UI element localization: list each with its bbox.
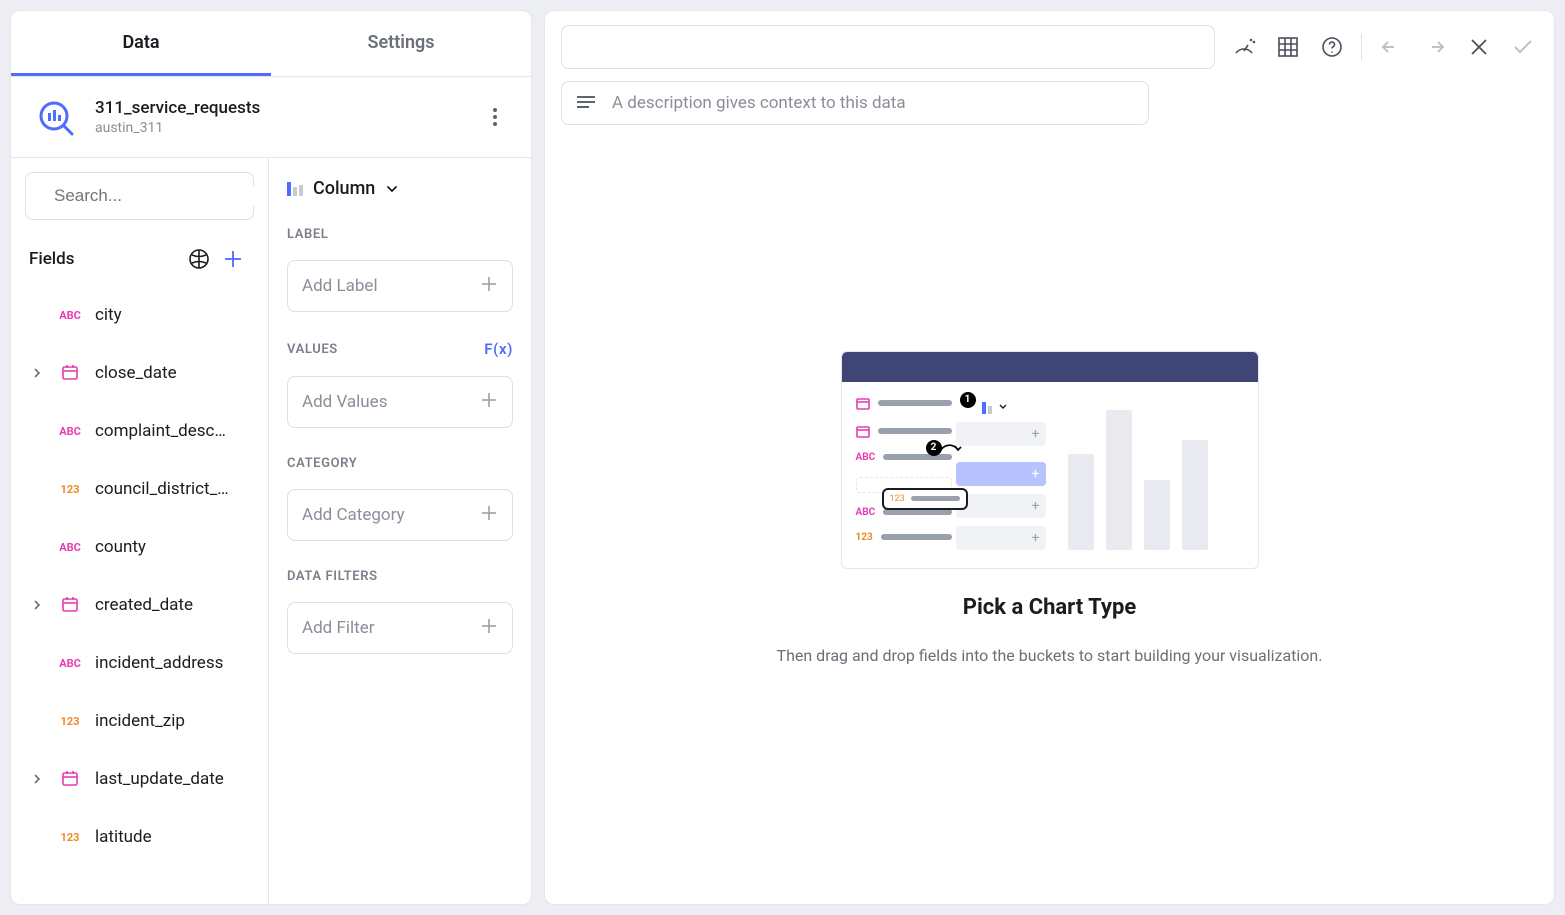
field-item[interactable]: ABC county bbox=[25, 518, 254, 576]
chart-canvas: ABC ABC 123 1 + 2 + bbox=[561, 125, 1538, 890]
filters-section-header: DATA FILTERS bbox=[287, 569, 513, 584]
paragraph-icon bbox=[576, 95, 596, 111]
datasource-subtitle: austin_311 bbox=[95, 120, 463, 136]
field-name: created_date bbox=[95, 595, 250, 615]
expand-icon[interactable] bbox=[29, 774, 45, 784]
help-icon[interactable] bbox=[1317, 32, 1347, 62]
filters-dropzone[interactable]: Add Filter bbox=[287, 602, 513, 654]
type-badge-abc: ABC bbox=[55, 425, 85, 438]
tab-settings[interactable]: Settings bbox=[271, 11, 531, 76]
values-section-header: VALUES F(x) bbox=[287, 340, 513, 358]
ai-suggest-button[interactable] bbox=[182, 242, 216, 276]
field-item[interactable]: ABC complaint_desc… bbox=[25, 402, 254, 460]
datasource-title: 311_service_requests bbox=[95, 98, 463, 118]
grid-icon[interactable] bbox=[1273, 32, 1303, 62]
field-item[interactable]: 123 council_district_… bbox=[25, 460, 254, 518]
tab-data[interactable]: Data bbox=[11, 11, 271, 76]
field-name: council_district_… bbox=[95, 479, 250, 499]
config-column: Column LABEL Add Label VALUES F(x) Add V… bbox=[269, 158, 531, 904]
description-input[interactable]: A description gives context to this data bbox=[561, 81, 1149, 125]
speed-icon[interactable] bbox=[1229, 32, 1259, 62]
left-panel: Data Settings 311_service_requests austi… bbox=[10, 10, 532, 905]
field-list: ABC city close_date ABC complaint_desc… 123 co… bbox=[25, 286, 254, 904]
field-name: last_update_date bbox=[95, 769, 250, 789]
label-dropzone[interactable]: Add Label bbox=[287, 260, 513, 312]
expand-icon[interactable] bbox=[29, 600, 45, 610]
expand-icon[interactable] bbox=[29, 368, 45, 378]
type-badge-abc: ABC bbox=[55, 309, 85, 322]
date-icon bbox=[55, 363, 85, 384]
type-badge-abc: ABC bbox=[55, 541, 85, 554]
datasource-row: 311_service_requests austin_311 bbox=[11, 77, 531, 158]
field-item[interactable]: ABC city bbox=[25, 286, 254, 344]
type-badge-123: 123 bbox=[55, 715, 85, 728]
category-dropzone[interactable]: Add Category bbox=[287, 489, 513, 541]
field-item[interactable]: ABC incident_address bbox=[25, 634, 254, 692]
fx-button[interactable]: F(x) bbox=[484, 340, 513, 358]
top-toolbar bbox=[561, 25, 1538, 69]
values-dropzone[interactable]: Add Values bbox=[287, 376, 513, 428]
chevron-down-icon bbox=[385, 182, 399, 196]
tabs: Data Settings bbox=[11, 11, 531, 77]
empty-state-title: Pick a Chart Type bbox=[963, 595, 1136, 620]
field-name: incident_address bbox=[95, 653, 250, 673]
add-field-button[interactable] bbox=[216, 242, 250, 276]
field-name: latitude bbox=[95, 827, 250, 847]
plus-icon bbox=[480, 617, 498, 640]
chart-type-label: Column bbox=[313, 178, 375, 199]
column-chart-icon bbox=[287, 182, 303, 196]
search-field[interactable] bbox=[54, 186, 269, 206]
datasource-menu-button[interactable] bbox=[481, 108, 509, 126]
fields-column: Fields ABC city close_date ABC complaint_des… bbox=[11, 158, 269, 904]
field-name: city bbox=[95, 305, 250, 325]
date-icon bbox=[55, 769, 85, 790]
category-section-header: CATEGORY bbox=[287, 456, 513, 471]
undo-button[interactable] bbox=[1376, 32, 1406, 62]
datasource-icon bbox=[33, 95, 77, 139]
label-section-header: LABEL bbox=[287, 227, 513, 242]
plus-icon bbox=[480, 391, 498, 414]
field-name: county bbox=[95, 537, 250, 557]
field-item[interactable]: 123 incident_zip bbox=[25, 692, 254, 750]
redo-button[interactable] bbox=[1420, 32, 1450, 62]
confirm-button[interactable] bbox=[1508, 32, 1538, 62]
chart-title-input[interactable] bbox=[561, 25, 1215, 69]
field-item[interactable]: created_date bbox=[25, 576, 254, 634]
field-name: complaint_desc… bbox=[95, 421, 250, 441]
fields-header-label: Fields bbox=[29, 249, 182, 269]
datasource-text: 311_service_requests austin_311 bbox=[95, 98, 463, 136]
field-item[interactable]: last_update_date bbox=[25, 750, 254, 808]
empty-state-subtitle: Then drag and drop fields into the bucke… bbox=[777, 646, 1323, 665]
type-badge-abc: ABC bbox=[55, 657, 85, 670]
plus-icon bbox=[480, 504, 498, 527]
field-name: close_date bbox=[95, 363, 250, 383]
field-name: incident_zip bbox=[95, 711, 250, 731]
type-badge-123: 123 bbox=[55, 483, 85, 496]
date-icon bbox=[55, 595, 85, 616]
close-button[interactable] bbox=[1464, 32, 1494, 62]
search-input[interactable] bbox=[25, 172, 254, 220]
chart-type-selector[interactable]: Column bbox=[287, 178, 513, 199]
type-badge-123: 123 bbox=[55, 831, 85, 844]
right-panel: A description gives context to this data… bbox=[544, 10, 1555, 905]
toolbar-divider bbox=[1361, 34, 1362, 60]
plus-icon bbox=[480, 275, 498, 298]
empty-state-illustration: ABC ABC 123 1 + 2 + bbox=[841, 351, 1259, 569]
field-item[interactable]: close_date bbox=[25, 344, 254, 402]
field-item[interactable]: 123 latitude bbox=[25, 808, 254, 866]
